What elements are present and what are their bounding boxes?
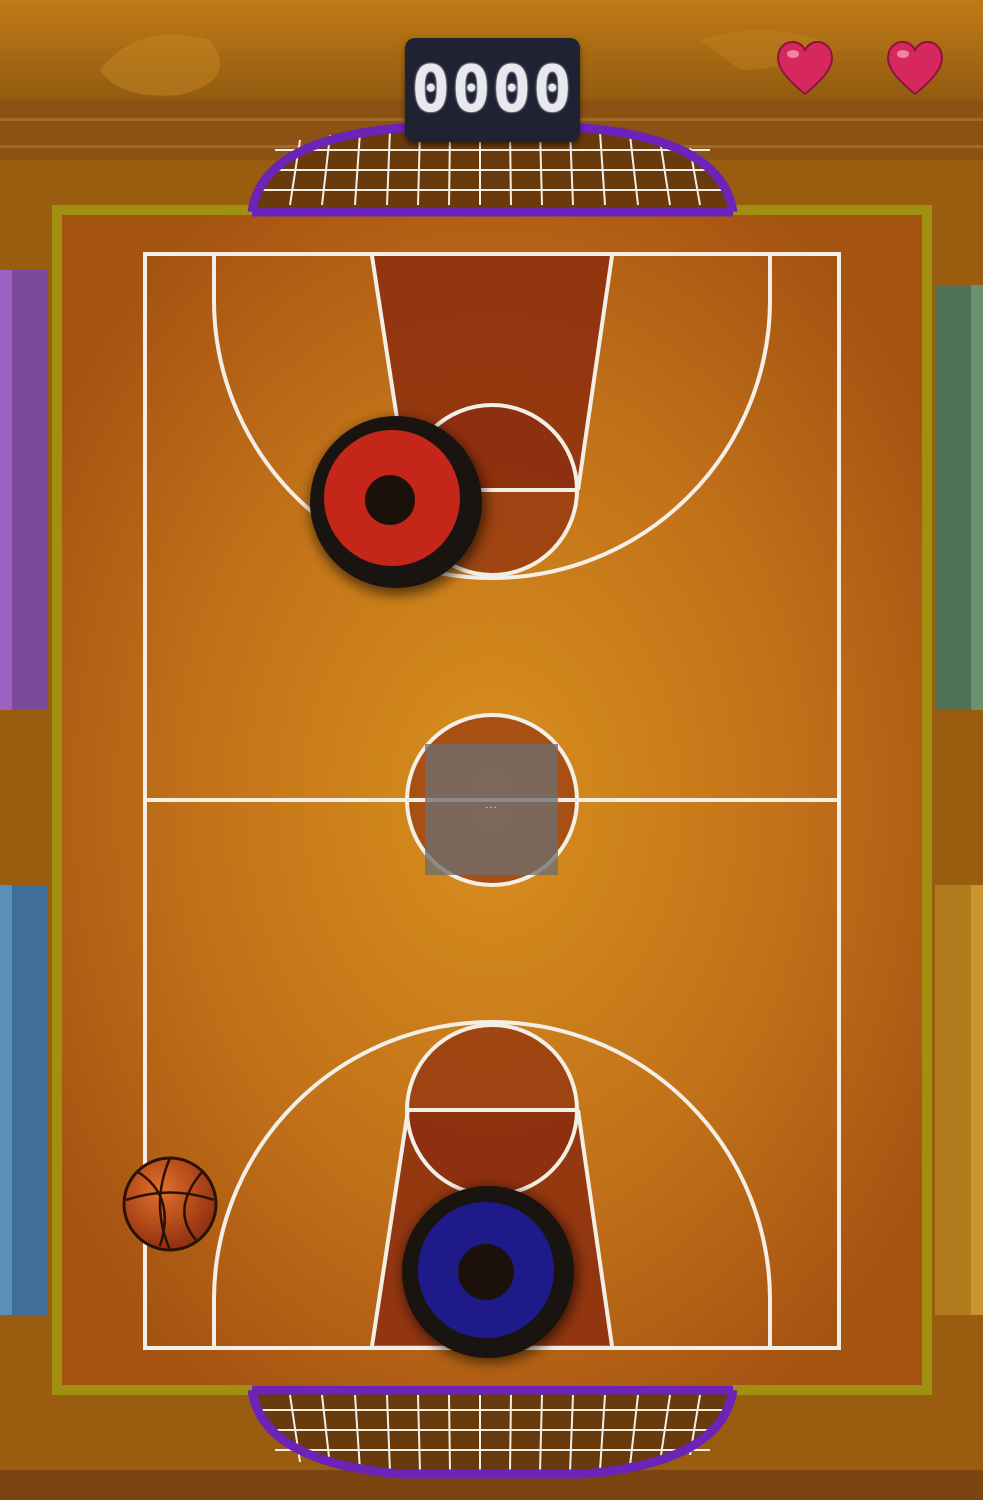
heart-icon xyxy=(777,41,833,96)
center-overlay[interactable]: ... xyxy=(425,744,558,875)
heart-icon xyxy=(887,41,943,96)
score-value: 0000 xyxy=(411,53,574,127)
lives-indicator xyxy=(773,36,947,100)
player-paddle[interactable] xyxy=(402,1186,578,1363)
score-display: 0000 xyxy=(405,38,580,142)
basketball-icon xyxy=(122,1156,218,1252)
center-overlay-text: ... xyxy=(485,800,498,811)
bottom-goal xyxy=(247,1385,738,1479)
